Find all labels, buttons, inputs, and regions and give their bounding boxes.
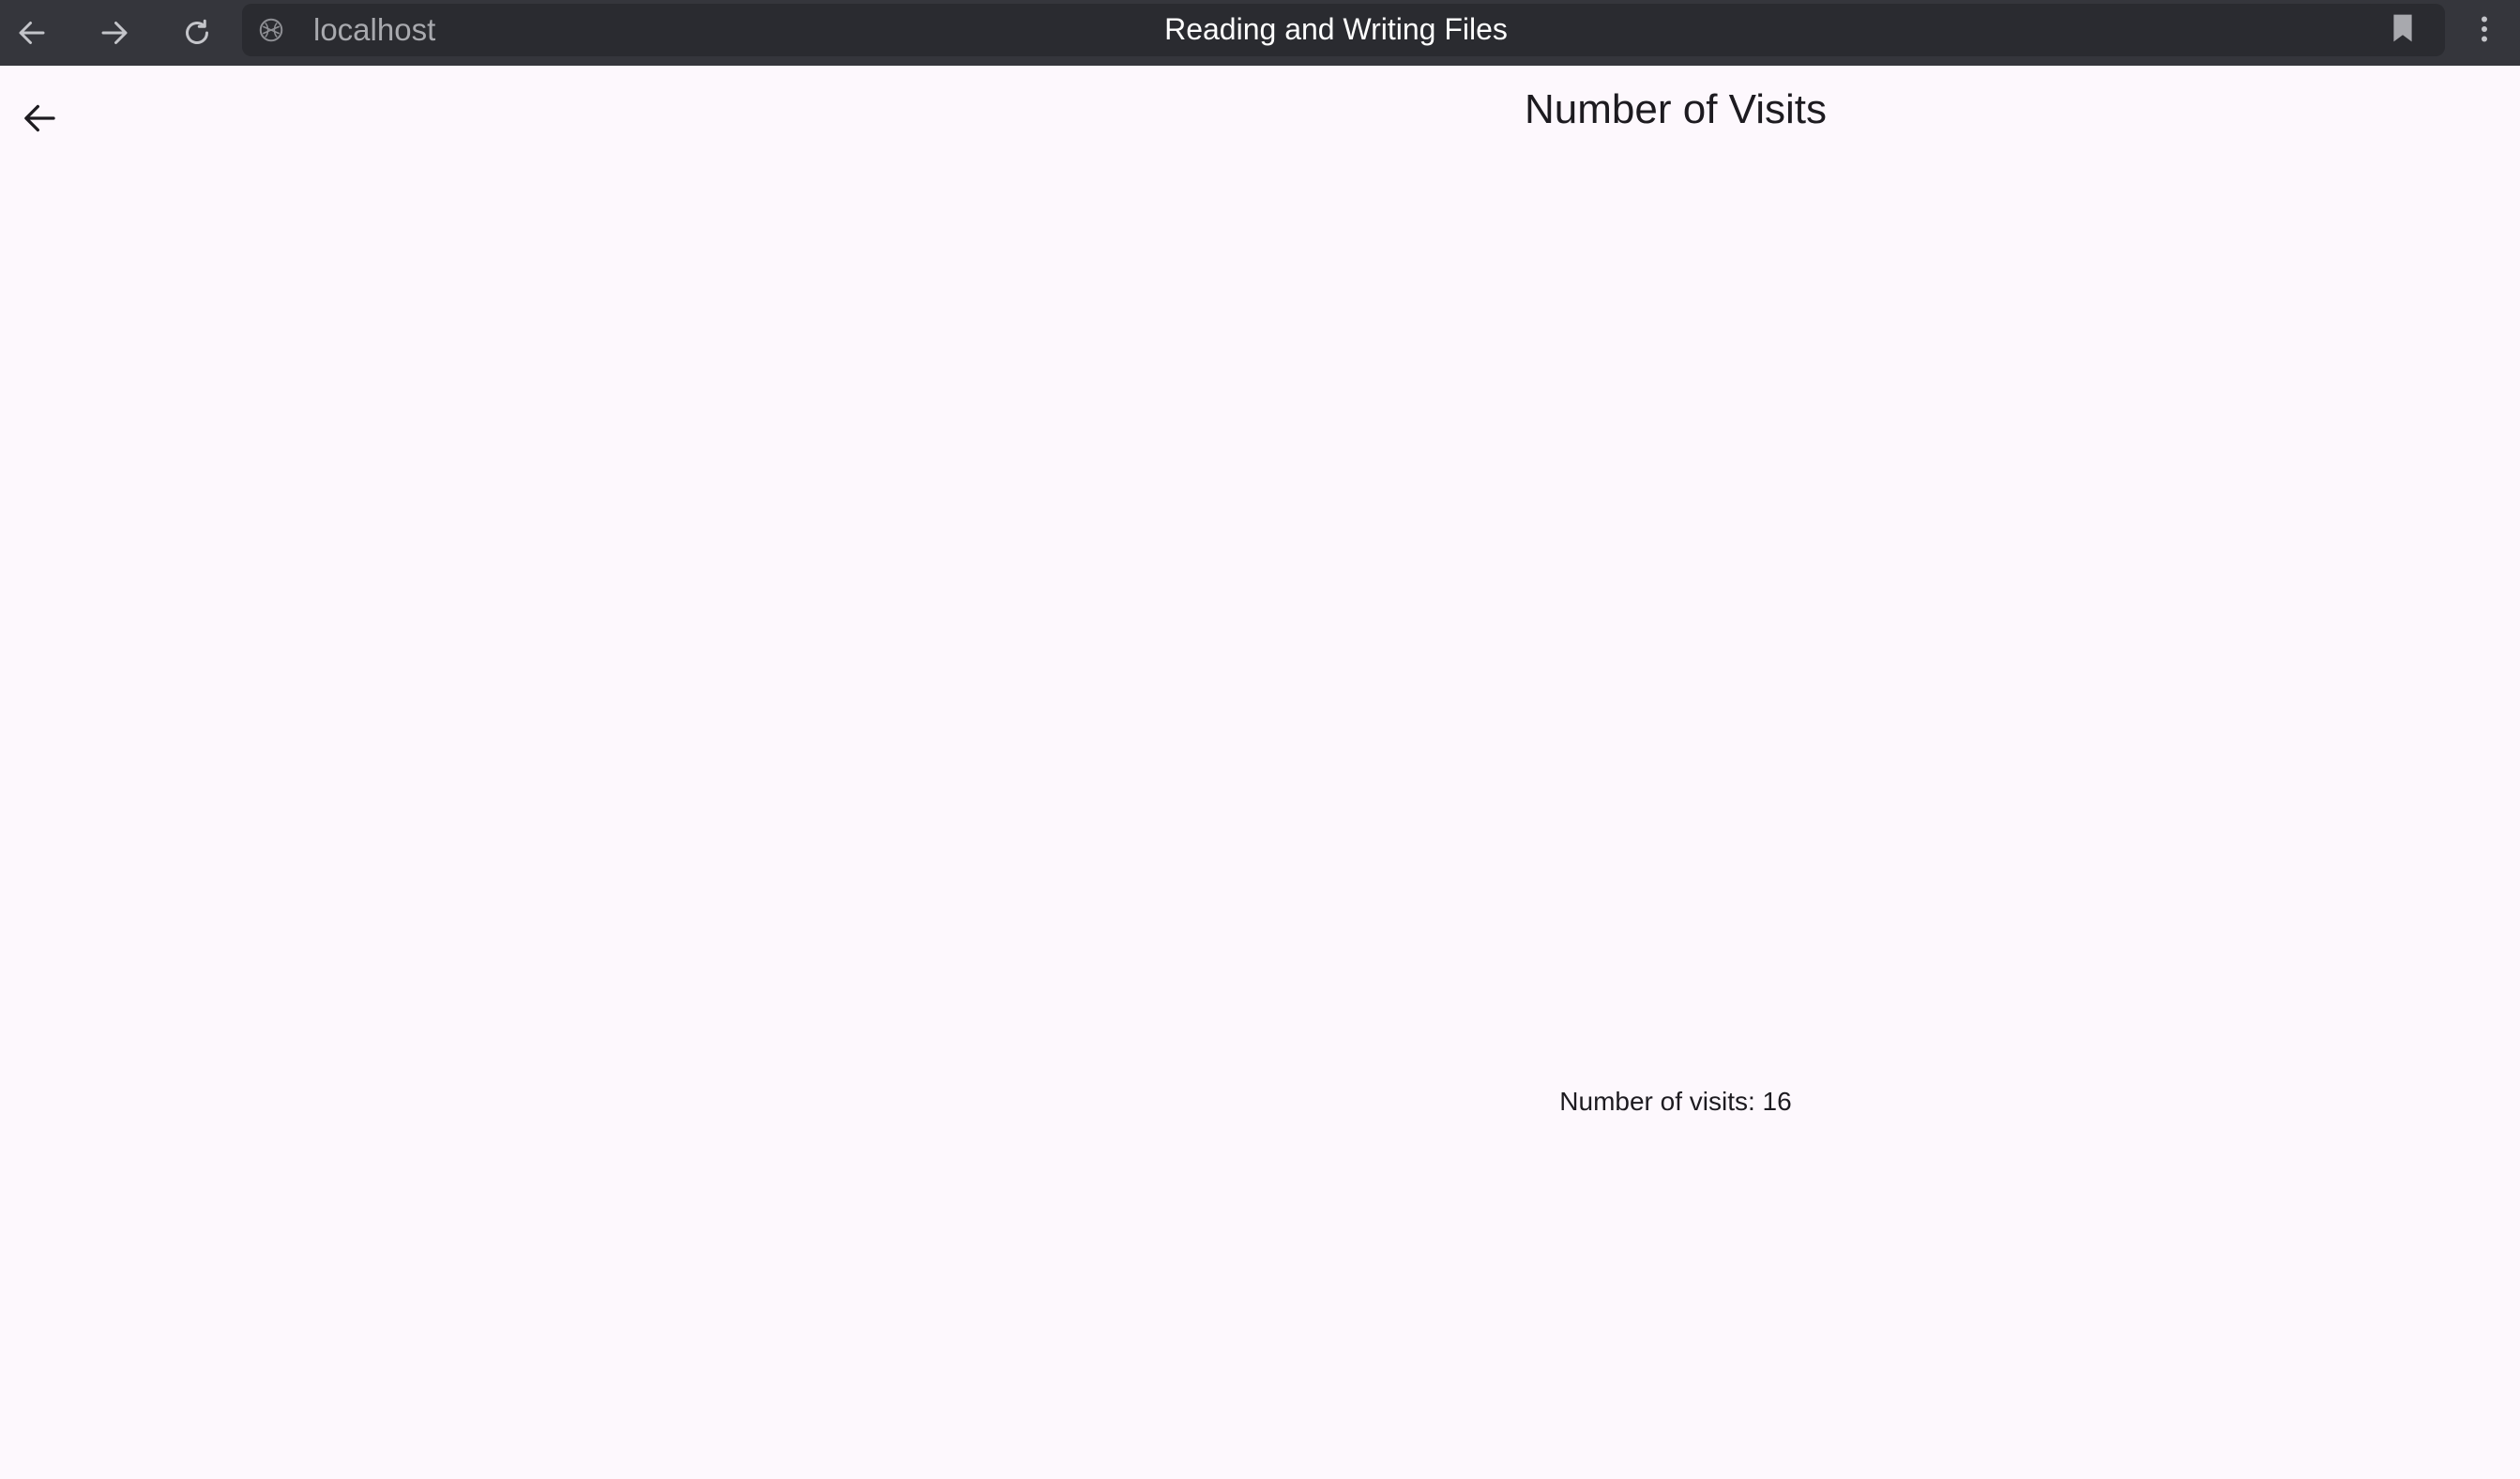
address-bar[interactable]: localhost [242,4,2445,56]
browser-menu-button[interactable] [2466,8,2503,51]
back-button[interactable] [13,92,66,145]
browser-toolbar: localhost Reading and Writing Files [0,0,2520,66]
browser-forward-button[interactable] [88,7,141,59]
bookmark-icon [2393,14,2412,42]
bookmark-button[interactable] [2381,7,2424,50]
globe-icon [259,18,283,42]
url-text[interactable]: localhost [313,4,435,56]
browser-back-button[interactable] [6,7,58,59]
app-bar: Number of Visits [0,66,2520,169]
arrow-left-icon [24,104,55,132]
browser-reload-button[interactable] [171,7,223,59]
reload-icon [186,19,208,44]
arrow-right-icon [101,22,128,44]
arrow-left-icon [19,22,45,44]
more-vert-icon [2482,16,2487,42]
page-title: Number of Visits [1525,86,1827,132]
visits-count-text: Number of visits: 16 [1559,1087,1792,1116]
